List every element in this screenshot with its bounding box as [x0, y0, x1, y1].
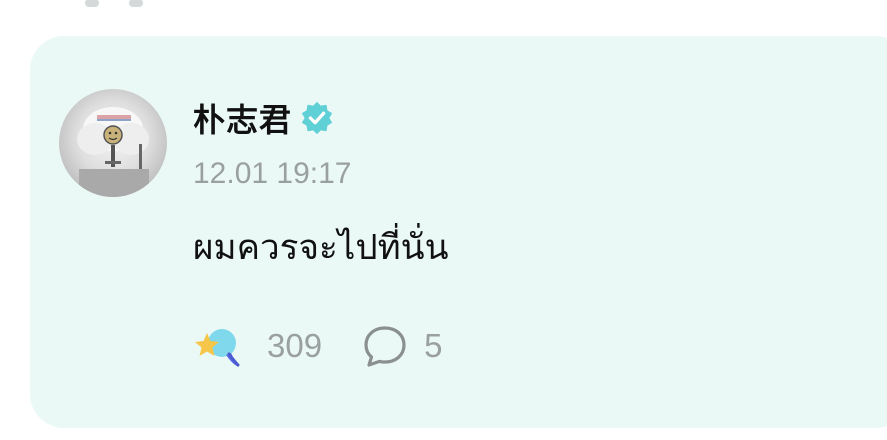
post-feed: 朴志君 12.01 19:17 ผมควรจะไปที่นั่น 309 5 — [0, 0, 887, 440]
author-name[interactable]: 朴志君 — [193, 95, 292, 141]
like-button[interactable]: 309 — [193, 321, 322, 371]
avatar[interactable] — [59, 89, 167, 197]
comment-bubble-icon — [364, 326, 406, 367]
like-count: 309 — [267, 327, 323, 364]
comment-count: 5 — [424, 327, 443, 364]
previous-post-edge — [85, 0, 205, 7]
post-actions: 309 5 — [193, 320, 442, 372]
author-row: 朴志君 — [193, 98, 336, 138]
previous-item-fragment — [129, 0, 143, 7]
comment-button[interactable]: 5 — [362, 323, 442, 369]
post-timestamp: 12.01 19:17 — [193, 157, 352, 190]
previous-item-fragment — [85, 0, 99, 7]
star-planet-icon — [195, 329, 240, 367]
avatar-image — [77, 107, 149, 197]
post-text: ผมควรจะไปที่นั่น — [193, 228, 449, 267]
verified-badge-icon — [301, 101, 333, 135]
